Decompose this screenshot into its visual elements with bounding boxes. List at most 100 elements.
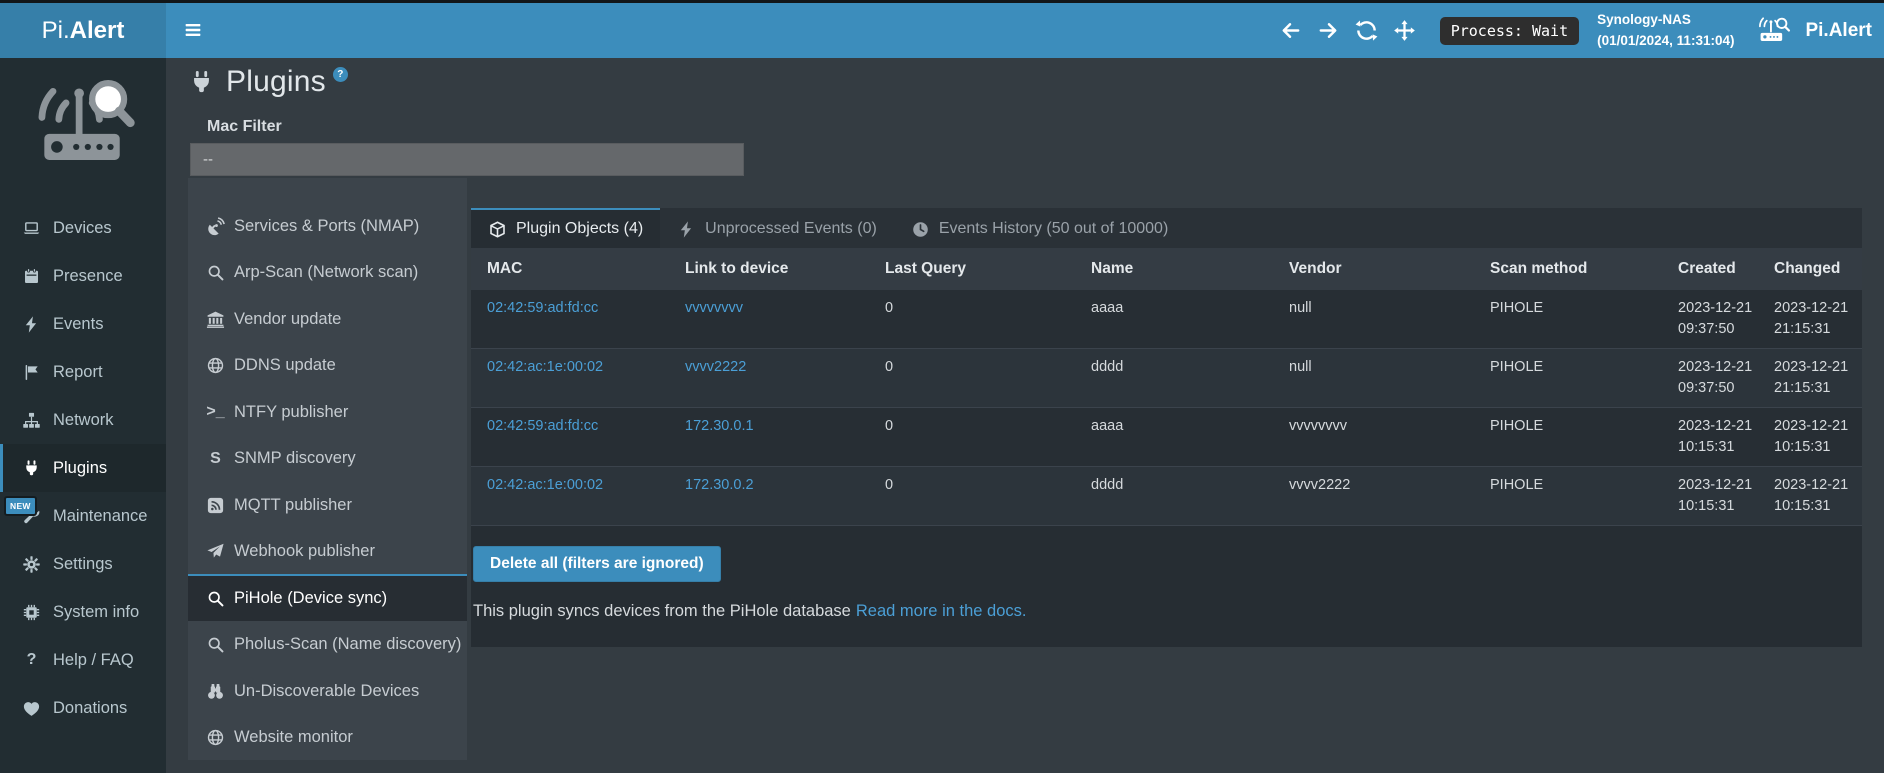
plugin-nav-item-ddns-update[interactable]: DDNS update (188, 342, 467, 389)
search-icon (206, 263, 225, 282)
link-link[interactable]: vvvv2222 (685, 359, 746, 375)
plugin-nav-item-pihole-device-sync[interactable]: PiHole (Device sync) (188, 574, 467, 621)
cell-scan_method: PIHOLE (1480, 408, 1668, 467)
plugin-nav-item-snmp-discovery[interactable]: SSNMP discovery (188, 435, 467, 482)
calendar-icon (22, 267, 41, 286)
cube-icon (488, 220, 507, 239)
plugin-nav-item-arp-scan-network-scan[interactable]: Arp-Scan (Network scan) (188, 249, 467, 296)
cell-scan_method: PIHOLE (1480, 467, 1668, 526)
column-header-name: Name (1081, 248, 1279, 290)
cell-link: vvvvvvvv (675, 290, 875, 349)
plugin-nav-label: Website monitor (234, 728, 353, 747)
tab-unprocessed-events-0[interactable]: Unprocessed Events (0) (660, 208, 894, 248)
plugin-nav-label: DDNS update (234, 356, 336, 375)
search-icon (206, 589, 225, 608)
navbar-right: Process: Wait Synology-NAS (01/01/2024, … (1264, 3, 1872, 58)
plugin-description: This plugin syncs devices from the PiHol… (473, 602, 1862, 621)
cell-mac: 02:42:ac:1e:00:02 (471, 467, 675, 526)
cell-scan_method: PIHOLE (1480, 290, 1668, 349)
mac-filter-label: Mac Filter (207, 118, 282, 136)
sidebar-item-system-info[interactable]: System info (0, 588, 166, 636)
cell-last_query: 0 (875, 290, 1081, 349)
sidebar-item-settings[interactable]: Settings (0, 540, 166, 588)
sidebar-toggle-icon[interactable] (182, 19, 204, 41)
cell-created: 2023-12-21 09:37:50 (1668, 290, 1764, 349)
refresh-icon[interactable] (1355, 19, 1378, 42)
satellite-dish-icon (206, 217, 225, 236)
tab-label: Plugin Objects (4) (516, 220, 643, 238)
cell-last_query: 0 (875, 349, 1081, 408)
chip-icon (22, 603, 41, 622)
router-logo-icon (1758, 16, 1796, 45)
mac-link[interactable]: 02:42:59:ad:fd:cc (487, 418, 598, 434)
plugin-nav-item-services-ports-nmap[interactable]: Services & Ports (NMAP) (188, 202, 467, 249)
sidebar-item-devices[interactable]: Devices (0, 204, 166, 252)
delete-all-button[interactable]: Delete all (filters are ignored) (473, 546, 721, 582)
plugin-nav-item-ntfy-publisher[interactable]: >_NTFY publisher (188, 388, 467, 435)
plugin-nav-label: NTFY publisher (234, 403, 348, 422)
sidebar-item-label: System info (53, 603, 139, 622)
sidebar-item-label: Help / FAQ (53, 651, 134, 670)
bolt-icon (22, 315, 41, 334)
bank-icon (206, 310, 225, 329)
globe-icon (206, 728, 225, 747)
heart-icon (22, 699, 41, 718)
link-link[interactable]: 172.30.0.1 (685, 418, 754, 434)
mac-filter-input[interactable] (190, 143, 744, 176)
sitemap-icon (22, 411, 41, 430)
mac-link[interactable]: 02:42:ac:1e:00:02 (487, 359, 603, 375)
sidebar-item-presence[interactable]: Presence (0, 252, 166, 300)
sidebar-item-report[interactable]: Report (0, 348, 166, 396)
column-header-scan-method: Scan method (1480, 248, 1668, 290)
plugin-nav-item-webhook-publisher[interactable]: Webhook publisher (188, 528, 467, 575)
link-link[interactable]: 172.30.0.2 (685, 477, 754, 493)
rss-icon (206, 496, 225, 515)
move-icon[interactable] (1393, 19, 1416, 42)
docs-link[interactable]: Read more in the docs. (856, 602, 1027, 620)
plugin-nav-item-mqtt-publisher[interactable]: MQTT publisher (188, 481, 467, 528)
cell-name: aaaa (1081, 408, 1279, 467)
arrow-right-icon[interactable] (1317, 19, 1340, 42)
app-logo[interactable]: Pi.Alert (0, 3, 166, 58)
tab-plugin-objects-4[interactable]: Plugin Objects (4) (471, 208, 660, 248)
plugin-nav-label: Arp-Scan (Network scan) (234, 263, 418, 282)
plugin-nav-item-website-monitor[interactable]: Website monitor (188, 714, 467, 761)
sidebar-item-donations[interactable]: Donations (0, 684, 166, 732)
tab-bar: Plugin Objects (4) Unprocessed Events (0)… (471, 208, 1862, 248)
sidebar-item-help-faq[interactable]: ? Help / FAQ (0, 636, 166, 684)
plugin-nav-item-pholus-scan-name-discovery[interactable]: Pholus-Scan (Name discovery) (188, 621, 467, 668)
host-name: Synology-NAS (1597, 10, 1734, 31)
sidebar-item-network[interactable]: Network (0, 396, 166, 444)
column-header-vendor: Vendor (1279, 248, 1480, 290)
plugin-nav-item-un-discoverable-devices[interactable]: Un-Discoverable Devices (188, 667, 467, 714)
mac-link[interactable]: 02:42:ac:1e:00:02 (487, 477, 603, 493)
s-letter-icon: S (206, 449, 225, 468)
plugin-nav-label: PiHole (Device sync) (234, 589, 387, 608)
link-link[interactable]: vvvvvvvv (685, 300, 743, 316)
help-badge-icon[interactable]: ? (333, 67, 348, 82)
question-icon: ? (22, 651, 41, 670)
table-header-row: MACLink to deviceLast QueryNameVendorSca… (471, 248, 1862, 290)
app-logo-pre: Pi. (42, 17, 70, 44)
table-row: 02:42:ac:1e:00:02172.30.0.20ddddvvvv2222… (471, 467, 1862, 526)
tab-events-history-50-out-of-10000[interactable]: Events History (50 out of 10000) (894, 208, 1185, 248)
sidebar-item-events[interactable]: Events (0, 300, 166, 348)
sidebar-item-label: Devices (53, 219, 112, 238)
sidebar: Devices Presence Events ReportNetworkPlugin… (0, 58, 166, 773)
main-content: Plugins ? Mac Filter Services & Ports (N… (166, 58, 1884, 773)
column-header-created: Created (1668, 248, 1764, 290)
plugin-nav-label: Pholus-Scan (Name discovery) (234, 635, 461, 654)
plug-icon (188, 69, 215, 96)
cell-vendor: null (1279, 349, 1480, 408)
cell-last_query: 0 (875, 408, 1081, 467)
plugin-nav-item-vendor-update[interactable]: Vendor update (188, 295, 467, 342)
cell-created: 2023-12-21 09:37:50 (1668, 349, 1764, 408)
sidebar-item-label: Events (53, 315, 103, 334)
sidebar-item-plugins[interactable]: Plugins (0, 444, 166, 492)
arrow-left-icon[interactable] (1279, 19, 1302, 42)
mac-link[interactable]: 02:42:59:ad:fd:cc (487, 300, 598, 316)
plugin-description-text: This plugin syncs devices from the PiHol… (473, 602, 851, 620)
process-status-badge: Process: Wait (1440, 17, 1579, 45)
host-time: (01/01/2024, 11:31:04) (1597, 31, 1734, 52)
plugin-nav-label: Un-Discoverable Devices (234, 682, 419, 701)
